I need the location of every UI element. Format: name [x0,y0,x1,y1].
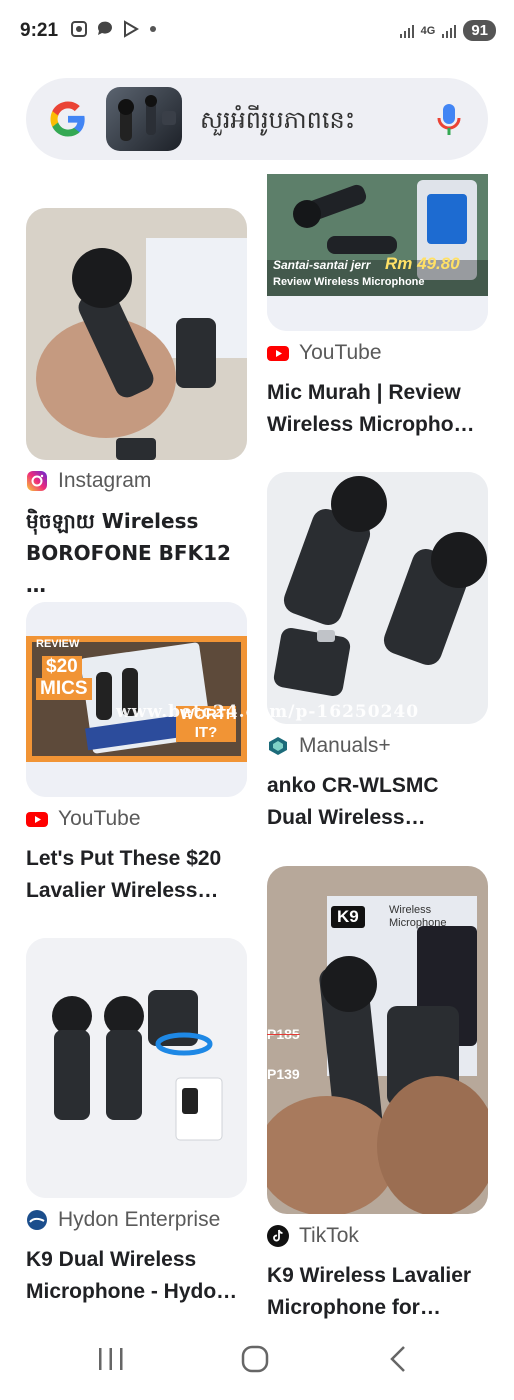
result-title[interactable]: ម៉ិចឡាយ Wireless BOROFONE BFK12 … [26,505,248,601]
navigation-bar [0,1320,514,1400]
thumb-caption-price-new: P139 [267,1066,300,1082]
home-icon[interactable] [240,1344,270,1374]
result-thumbnail-youtube-review[interactable]: Santai-santai jerr Rm 49.80 Review Wirel… [267,174,488,331]
source-label: Hydon Enterprise [58,1208,221,1231]
thumb-caption-review: Review Wireless Microphone [273,276,425,288]
result-thumbnail-manuals[interactable] [267,472,488,724]
voice-search-mic-icon[interactable] [436,102,462,138]
result-title[interactable]: K9 Dual Wireless Microphone - Hydo… [26,1244,248,1308]
hand-mic-image [26,208,247,460]
notification-icons [70,20,156,38]
more-notifications-dot [150,26,156,32]
google-logo-icon [50,101,85,137]
signal-icon [399,24,414,38]
result-thumbnail-instagram[interactable] [26,208,247,460]
result-title[interactable]: K9 Wireless Lavalier Microphone for… [267,1260,489,1324]
tiktok-icon [267,1225,289,1247]
result-title[interactable]: anko CR-WLSMC Dual Wireless… [267,770,489,834]
result-thumbnail-tiktok[interactable]: K9 Wireless Microphone P185 P139 [267,866,488,1214]
result-thumbnail-youtube-20-mics[interactable]: REVIEW $20 MICS WORTH IT? [26,602,247,797]
thumb-caption-k9: K9 [331,906,365,928]
source-label: YouTube [299,341,382,364]
result-source-hydon[interactable]: Hydon Enterprise [26,1208,220,1232]
microphone-thumb-icon [118,95,176,141]
result-source-tiktok[interactable]: TikTok [267,1224,359,1248]
play-store-icon [124,20,139,38]
youtube-icon [26,812,48,827]
dual-mic-image [267,472,488,724]
source-label: YouTube [58,807,141,830]
watermark-text: www.betc24.com/p-16250240 [116,702,420,722]
result-source-manuals[interactable]: Manuals+ [267,734,391,758]
source-label: Manuals+ [299,734,391,757]
result-source-instagram[interactable]: Instagram [26,469,151,493]
status-right: 4G 91 [399,20,496,41]
thumb-caption-price-old: P185 [267,1026,300,1042]
result-source-youtube[interactable]: YouTube [267,341,382,365]
thumb-caption-price: Rm 49.80 [385,254,460,273]
search-bar[interactable]: សួរអំពីរូបភាពនេះ [26,78,488,160]
instagram-icon [27,471,47,491]
signal-icon-2 [442,24,457,38]
thumb-caption-santai: Santai-santai jerr [273,258,371,272]
result-thumbnail-hydon[interactable] [26,938,247,1198]
result-title[interactable]: Mic Murah | Review Wireless Micropho… [267,377,489,441]
search-image-thumbnail[interactable] [106,87,182,151]
chat-icon [97,21,112,35]
search-query-text[interactable]: សួរអំពីរូបភាពនេះ [200,105,355,140]
back-icon[interactable] [384,1344,414,1374]
source-label: Instagram [58,469,152,492]
screenshot-icon [71,21,87,37]
manuals-plus-icon [269,737,287,755]
recent-apps-icon[interactable] [96,1344,126,1374]
source-label: TikTok [299,1224,359,1247]
status-time: 9:21 [20,20,59,41]
result-title[interactable]: Let's Put These $20 Lavalier Wireless… [26,843,248,907]
hydon-logo-icon [27,1210,47,1230]
network-type: 4G [420,24,436,37]
result-source-youtube-2[interactable]: YouTube [26,807,141,831]
review-thumb-image [267,174,488,331]
battery-badge: 91 [463,20,496,41]
thumb-caption-review: REVIEW [36,638,80,650]
thumb-caption-wireless-microphone: Wireless Microphone [389,904,447,929]
k9-dual-mic-image [26,938,247,1198]
thumb-caption-price: $20 [42,656,82,678]
thumb-caption-mics: MICS [36,678,92,700]
status-bar: 9:21 4G 91 [0,0,514,64]
youtube-icon [267,346,289,361]
